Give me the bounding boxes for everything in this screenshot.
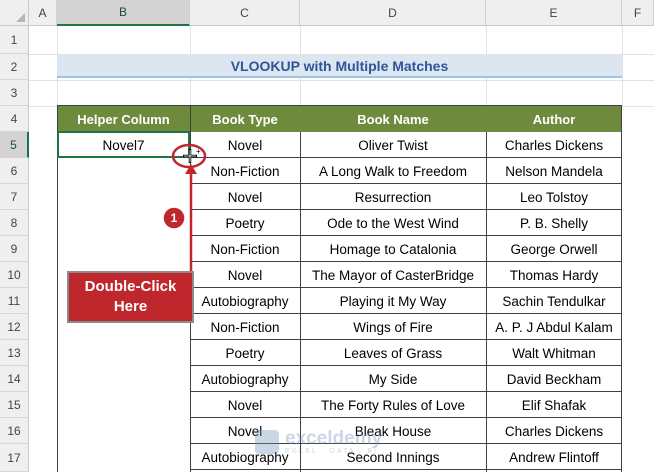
double-click-callout: Double-Click Here — [67, 271, 194, 323]
callout-line-1: Double-Click — [84, 278, 177, 295]
watermark-tagline: EXCEL · DATA · BI — [285, 447, 378, 455]
watermark-brand: exceldemy — [285, 427, 383, 449]
annotation-overlay: + — [162, 143, 207, 271]
exceldemy-logo-icon — [255, 430, 279, 454]
svg-text:+: + — [196, 147, 201, 156]
callout-line-2: Here — [113, 298, 148, 315]
exceldemy-watermark: exceldemy EXCEL · DATA · BI — [255, 420, 395, 464]
step-badge-number: 1 — [170, 211, 178, 225]
spreadsheet: A B C D E F 1 2 3 4 5 6 7 8 9 10 11 12 13 14 15 16 17 VL… — [0, 0, 654, 472]
crosshair-cursor-icon: + — [183, 147, 201, 163]
